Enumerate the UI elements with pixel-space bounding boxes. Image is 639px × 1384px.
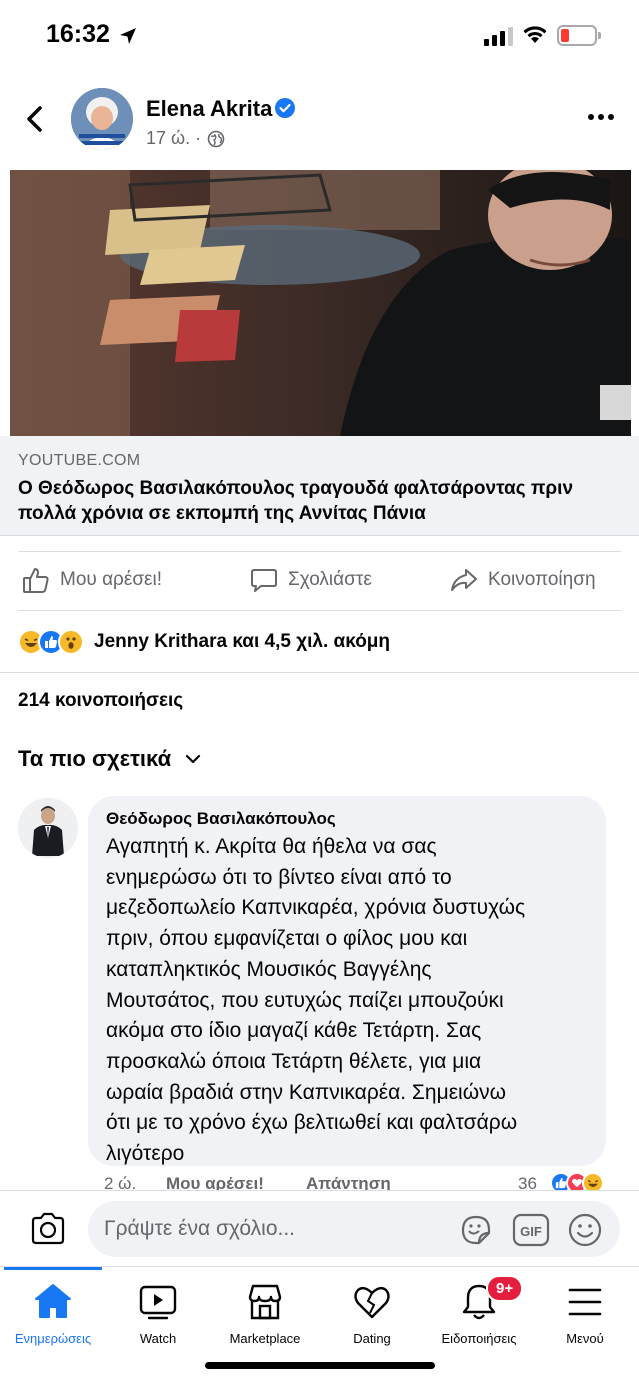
dating-icon [354,1286,390,1319]
tab-watch[interactable]: Watch [103,1281,213,1346]
emoji-icon[interactable] [566,1211,604,1249]
status-bar: 16:32 [0,0,639,72]
post-header: Elena Akrita 17 ώ. · [0,80,639,160]
svg-text:GIF: GIF [520,1224,542,1239]
reaction-icons [18,629,84,655]
tab-notifications[interactable]: 9+ Ειδοποιήσεις [424,1275,534,1346]
comment-icon [251,569,277,592]
author-avatar[interactable] [71,88,133,150]
link-domain: YOUTUBE.COM [18,452,141,469]
reactions-summary[interactable]: Jenny Krithara και 4,5 χιλ. ακόμη [18,626,390,658]
video-thumbnail[interactable] [10,170,631,436]
wifi-icon [523,26,547,43]
comment-button[interactable]: Σχολιάστε [250,566,372,594]
camera-icon[interactable] [28,1209,68,1249]
shares-count[interactable]: 214 κοινοποιήσεις [18,690,183,712]
sort-label: Τα πιο σχετικά [18,746,172,771]
post-time: 17 ώ. · [146,128,202,148]
comment-author[interactable]: Θεόδωρος Βασιλακόπουλος [106,809,336,829]
post-meta: 17 ώ. · [146,128,225,149]
verified-badge-icon [275,98,295,118]
more-options-icon[interactable] [588,114,614,120]
share-button[interactable]: Κοινοποίηση [450,566,596,594]
tab-dating[interactable]: Dating [317,1281,427,1346]
comment-composer: GIF [0,1190,639,1266]
status-time: 16:32 [46,20,110,48]
gif-icon[interactable]: GIF [512,1213,550,1247]
comment-label: Σχολιάστε [288,569,372,590]
sticker-icon[interactable] [457,1211,495,1249]
share-label: Κοινοποίηση [488,569,596,590]
comment-bubble[interactable]: Θεόδωρος Βασιλακόπουλος Αγαπητή κ. Ακρίτ… [88,796,606,1166]
reactions-text: Jenny Krithara και 4,5 χιλ. ακόμη [94,631,391,652]
like-button[interactable]: Μου αρέσει! [22,566,162,594]
tab-label: Μενού [566,1331,604,1346]
thumbs-up-icon [23,568,49,593]
cellular-signal-icon [484,26,513,46]
commenter-avatar[interactable] [18,798,78,858]
chevron-down-icon [186,754,201,764]
tab-label: Ειδοποιήσεις [441,1331,517,1346]
back-arrow-icon[interactable] [20,102,50,136]
tab-home[interactable]: Ενημερώσεις [0,1281,108,1346]
link-preview[interactable]: YOUTUBE.COM Ο Θεόδωρος Βασιλακόπουλος τρ… [0,436,639,536]
menu-icon [568,1288,602,1316]
post-actions-bar: Μου αρέσει! Σχολιάστε Κοινοποίηση [18,551,621,611]
watch-icon [139,1285,177,1320]
home-indicator [205,1362,435,1369]
active-tab-indicator [4,1267,102,1270]
notification-badge: 9+ [486,1275,524,1302]
globe-icon [207,130,225,147]
tab-label: Ενημερώσεις [14,1331,92,1346]
link-title: Ο Θεόδωρος Βασιλακόπουλος τραγουδά φαλτσ… [18,478,574,524]
share-icon [451,569,477,591]
wow-reaction-icon [58,629,84,655]
author-name[interactable]: Elena Akrita [146,96,272,122]
home-icon [35,1284,71,1318]
comment-sort-dropdown[interactable]: Τα πιο σχετικά [18,746,201,772]
tab-label: Dating [353,1331,391,1346]
tab-label: Watch [139,1331,177,1346]
tab-menu[interactable]: Μενού [530,1281,639,1346]
tab-label: Marketplace [229,1331,301,1346]
battery-icon [557,25,601,46]
divider [0,672,639,673]
comment-text: Αγαπητή κ. Ακρίτα θα ήθελα να σας ενημερ… [106,835,526,1166]
tab-marketplace[interactable]: Marketplace [210,1281,320,1346]
location-arrow-icon [120,28,136,44]
like-label: Μου αρέσει! [60,569,163,590]
marketplace-icon [248,1284,282,1320]
